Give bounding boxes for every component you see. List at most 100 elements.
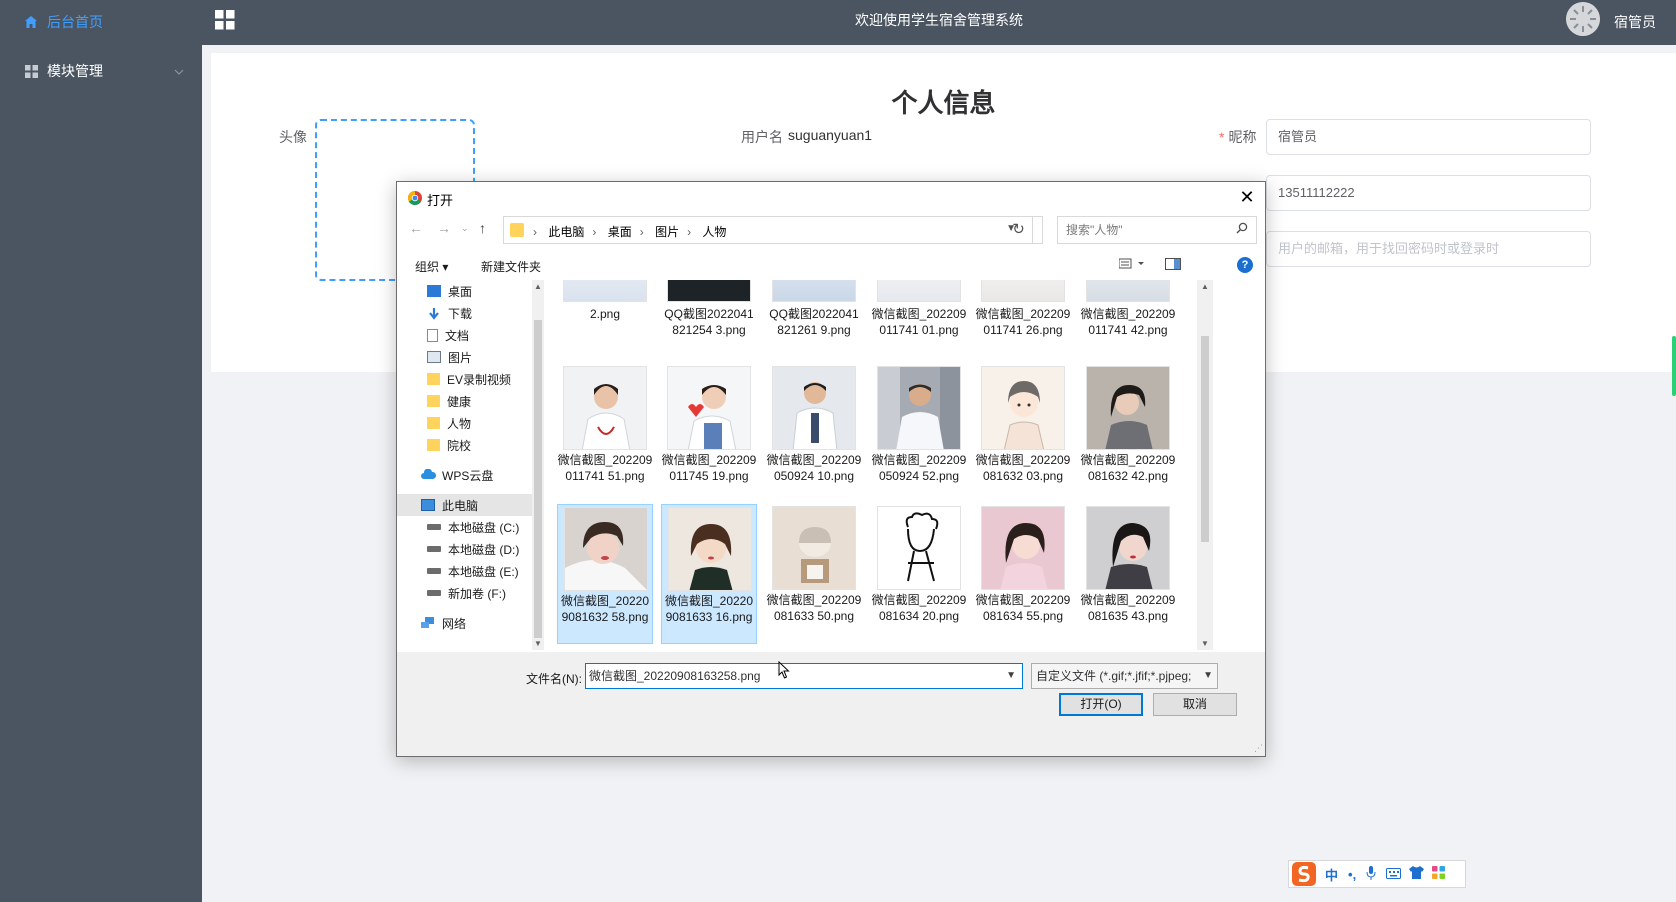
folder-icon (427, 417, 440, 429)
help-icon[interactable]: ? (1237, 257, 1253, 273)
desktop-icon (427, 285, 441, 297)
file-item-selected[interactable]: 微信截图_202209081632 58.png (557, 504, 653, 644)
file-grid-scrollbar[interactable]: ▲ ▼ (1197, 280, 1213, 650)
search-input[interactable]: 搜索"人物" (1057, 216, 1257, 244)
nav-item-network[interactable]: 网络 (397, 612, 543, 634)
up-icon[interactable]: ↑ (479, 220, 486, 236)
nav-item-people[interactable]: 人物 (397, 412, 543, 434)
back-icon[interactable]: ← (409, 220, 423, 236)
resize-grip-icon[interactable]: ⋰ (1254, 743, 1263, 754)
breadcrumb-item[interactable]: 此电脑 (548, 225, 584, 239)
file-item[interactable]: 微信截图_202209011745 19.png (661, 364, 757, 504)
chevron-down-icon[interactable]: ▼ (1006, 664, 1016, 688)
forward-icon[interactable]: → (437, 220, 451, 236)
page-title: 个人信息 (891, 88, 996, 118)
breadcrumb-item[interactable]: 桌面 (608, 225, 632, 239)
chrome-icon (408, 191, 422, 205)
nickname-input[interactable]: 宿管员 (1266, 119, 1591, 155)
folder-icon (427, 395, 440, 407)
file-item[interactable]: 微信截图_202209050924 52.png (871, 364, 967, 504)
file-item[interactable]: 微信截图_202209081632 03.png (975, 364, 1071, 504)
nav-item-documents[interactable]: 文档✦ (397, 324, 543, 346)
user-name[interactable]: 宿管员 (1614, 12, 1656, 32)
keyboard-icon[interactable] (1386, 867, 1402, 882)
app-title: 欢迎使用学生宿舍管理系统 (855, 12, 1023, 28)
pictures-icon (427, 351, 441, 363)
file-item[interactable]: 微信截图_202209081635 43.png (1080, 504, 1176, 644)
ime-punct-indicator[interactable]: •, (1348, 867, 1356, 882)
nav-item-desktop[interactable]: 桌面✦ (397, 280, 543, 302)
ime-toolbar[interactable]: 中 •, (1288, 860, 1466, 888)
file-item-selected[interactable]: 微信截图_202209081633 16.png (661, 504, 757, 644)
new-folder-button[interactable]: 新建文件夹 (481, 258, 541, 275)
sidebar-item-modules[interactable]: 模块管理 (0, 49, 202, 93)
nav-item-health[interactable]: 健康 (397, 390, 543, 412)
file-item[interactable]: 微信截图_202209081633 50.png (766, 504, 862, 644)
avatar-label: 头像 (279, 129, 307, 145)
email-input[interactable]: 用户的邮箱，用于找回密码时或登录时 (1266, 231, 1591, 267)
refresh-icon[interactable]: ↻ (1005, 216, 1033, 244)
view-options-icon[interactable] (1118, 257, 1149, 274)
toolbox-icon[interactable] (1432, 866, 1446, 882)
nickname-label: * 昵称 (1219, 129, 1257, 145)
phone-input[interactable]: 13511112222 (1266, 175, 1591, 211)
microphone-icon[interactable] (1366, 865, 1376, 883)
drive-icon (427, 524, 441, 530)
folder-icon (510, 223, 524, 237)
file-item[interactable]: 微信截图_202209081634 55.png (975, 504, 1071, 644)
user-avatar[interactable] (1566, 2, 1600, 36)
file-thumbnail (667, 280, 751, 302)
username-value: suguanyuan1 (788, 127, 873, 143)
close-icon[interactable]: ✕ (1235, 186, 1259, 208)
file-thumbnail (1086, 366, 1170, 450)
nav-item-this-pc[interactable]: 此电脑 (397, 494, 543, 516)
nav-item-drive-f[interactable]: 新加卷 (F:) (397, 582, 543, 604)
filename-input[interactable]: 微信截图_20220908163258.png ▼ (585, 663, 1023, 689)
nav-item-ev-video[interactable]: EV录制视频 (397, 368, 543, 390)
file-thumbnail (564, 507, 648, 591)
nav-item-pictures[interactable]: 图片✦ (397, 346, 543, 368)
page-scroll-indicator[interactable] (1672, 336, 1676, 396)
cancel-button[interactable]: 取消 (1153, 693, 1237, 716)
file-thumbnail (772, 366, 856, 450)
nav-scrollbar[interactable]: ▲ ▼ (532, 280, 544, 650)
dialog-footer: 文件名(N): 微信截图_20220908163258.png ▼ 自定义文件 … (397, 652, 1265, 756)
preview-pane-icon[interactable] (1165, 257, 1181, 274)
sogou-logo-icon (1291, 861, 1317, 887)
ime-mode-indicator[interactable]: 中 (1325, 865, 1338, 884)
skin-icon[interactable] (1409, 866, 1425, 882)
file-item[interactable]: 微信截图_202209050924 10.png (766, 364, 862, 504)
sidebar: 后台首页 模块管理 (0, 0, 202, 902)
address-bar[interactable]: › 此电脑 › 桌面 › 图片 › 人物 ▼ (503, 216, 1043, 244)
scroll-up-icon: ▲ (1201, 282, 1209, 291)
file-item[interactable]: 微信截图_202209081634 20.png (871, 504, 967, 644)
recent-dropdown-icon[interactable]: ⌄ (461, 223, 469, 234)
breadcrumb-item[interactable]: 图片 (655, 225, 679, 239)
file-thumbnail (1086, 506, 1170, 590)
folder-icon (427, 373, 440, 385)
download-icon (427, 307, 441, 320)
nav-item-wps-cloud[interactable]: WPS云盘 (397, 464, 543, 486)
organize-menu[interactable]: 组织 ▾ (415, 258, 448, 275)
file-item[interactable]: 微信截图_202209011741 51.png (557, 364, 653, 504)
scroll-thumb[interactable] (534, 320, 542, 638)
nav-item-downloads[interactable]: 下载✦ (397, 302, 543, 324)
file-thumbnail (1086, 280, 1170, 302)
file-thumbnail (772, 280, 856, 302)
chevron-down-icon[interactable]: ▼ (1203, 664, 1213, 688)
nav-item-drive-e[interactable]: 本地磁盘 (E:) (397, 560, 543, 582)
open-button[interactable]: 打开(O) (1059, 693, 1143, 716)
drive-icon (427, 568, 441, 574)
file-thumbnail (668, 507, 752, 591)
mouse-cursor-icon (778, 660, 790, 679)
file-thumbnail (877, 366, 961, 450)
filetype-select[interactable]: 自定义文件 (*.gif;*.jfif;*.pjpeg; ▼ (1031, 663, 1218, 689)
breadcrumb-item[interactable]: 人物 (702, 225, 726, 239)
nav-item-drive-c[interactable]: 本地磁盘 (C:) (397, 516, 543, 538)
nav-item-drive-d[interactable]: 本地磁盘 (D:) (397, 538, 543, 560)
scroll-thumb[interactable] (1201, 336, 1209, 542)
file-item[interactable]: 微信截图_202209081632 42.png (1080, 364, 1176, 504)
sidebar-item-home[interactable]: 后台首页 (0, 0, 202, 44)
nav-item-schools[interactable]: 院校 (397, 434, 543, 456)
file-thumbnail (772, 506, 856, 590)
